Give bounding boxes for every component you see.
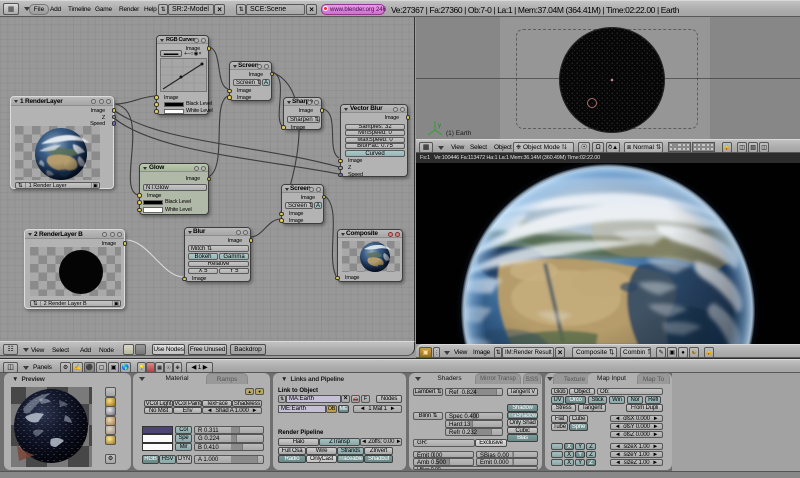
svg-text:(1) Earth: (1) Earth (446, 130, 472, 137)
svg-text:y: y (438, 123, 441, 129)
